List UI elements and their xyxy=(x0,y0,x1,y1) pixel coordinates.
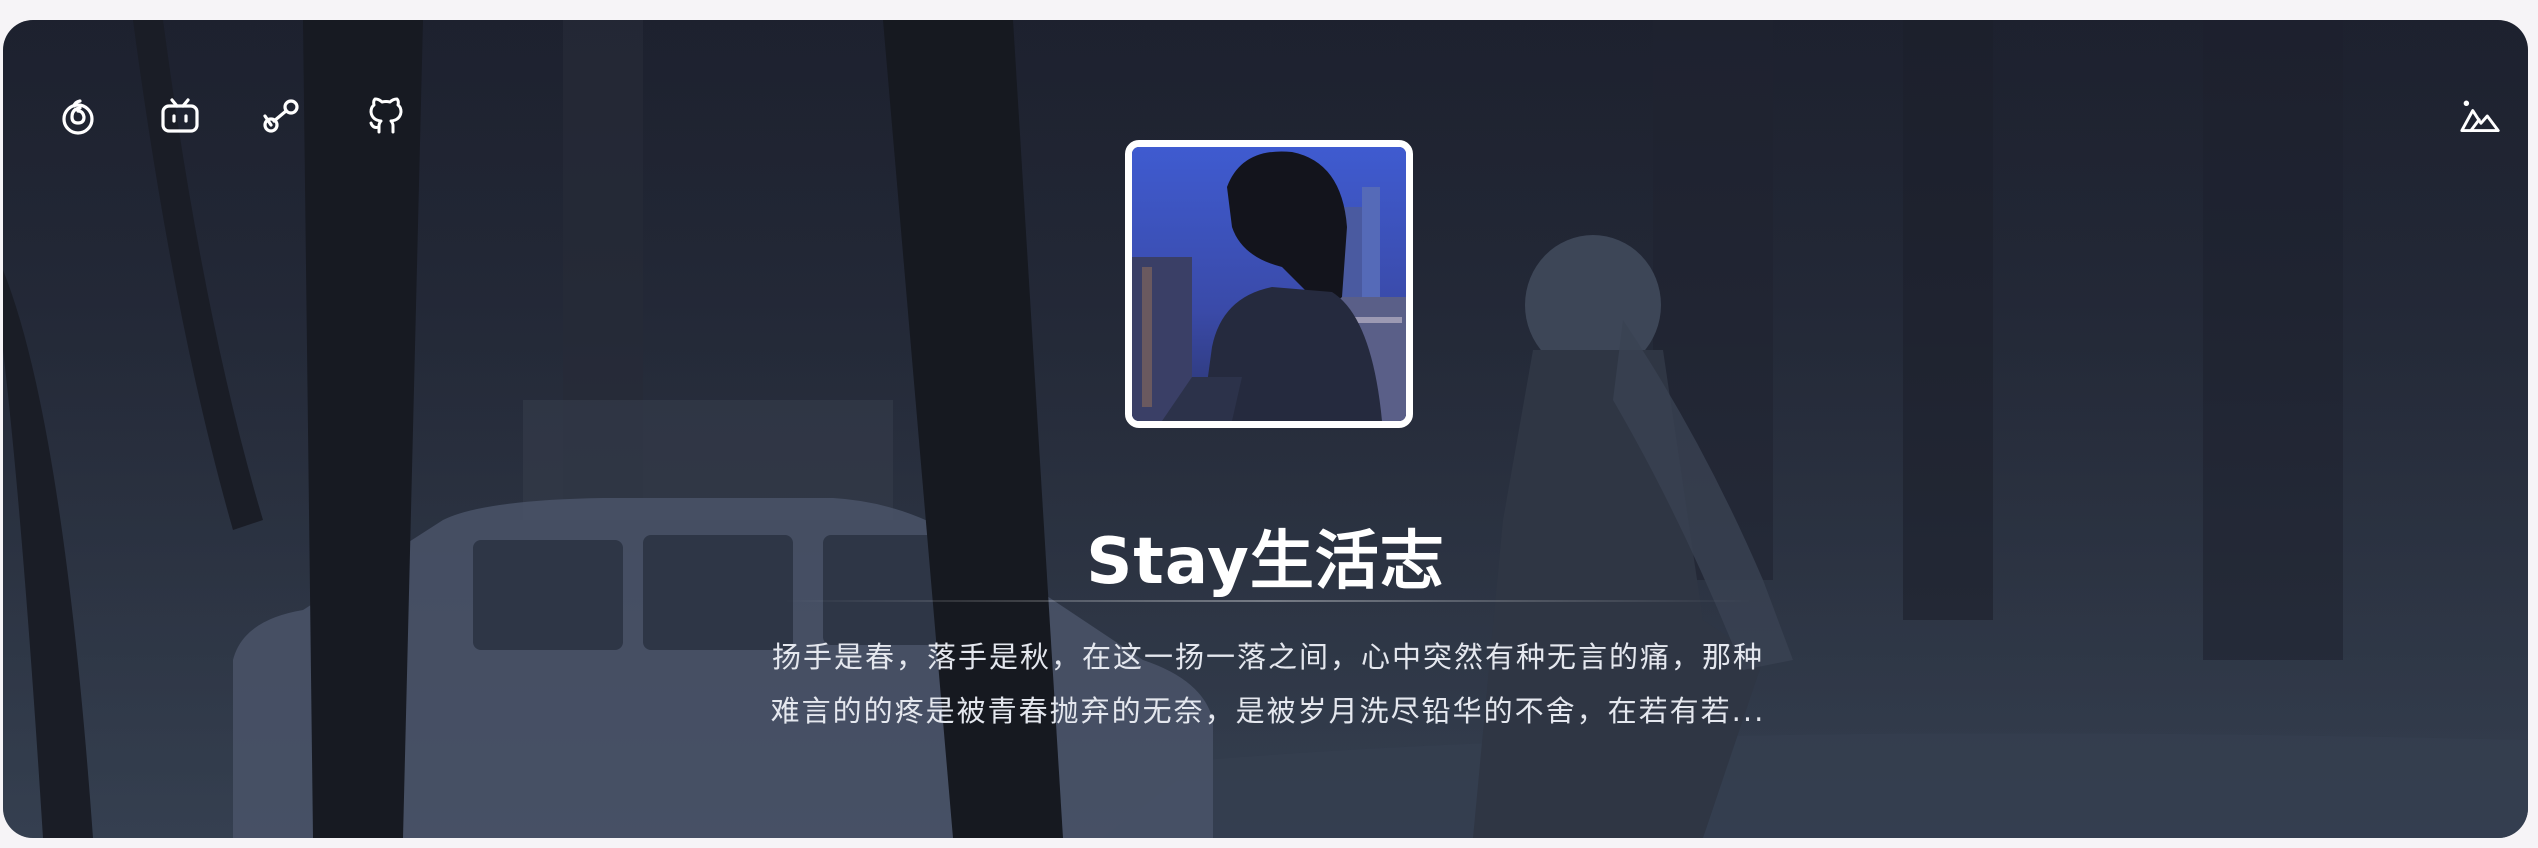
site-title: Stay生活志 xyxy=(1086,525,1445,599)
description-line-2: 难言的的疼是被青春抛弃的无奈，是被岁月洗尽铅华的不舍，在若有若... xyxy=(770,694,1766,728)
mountain-image-icon[interactable] xyxy=(2460,96,2500,136)
site-description: 扬手是春，落手是秋，在这一扬一落之间，心中突然有种无言的痛，那种 难言的的疼是被… xyxy=(703,630,1833,738)
steam-icon[interactable] xyxy=(262,96,302,136)
netease-music-icon[interactable] xyxy=(58,96,98,136)
bilibili-icon[interactable] xyxy=(160,96,200,136)
hero-banner: Stay生活志 扬手是春，落手是秋，在这一扬一落之间，心中突然有种无言的痛，那种… xyxy=(3,20,2528,838)
avatar[interactable] xyxy=(1125,140,1413,428)
avatar-image xyxy=(1132,147,1406,421)
title-divider xyxy=(783,600,1753,602)
description-line-1: 扬手是春，落手是秋，在这一扬一落之间，心中突然有种无言的痛，那种 xyxy=(771,640,1764,674)
github-icon[interactable] xyxy=(364,96,404,136)
